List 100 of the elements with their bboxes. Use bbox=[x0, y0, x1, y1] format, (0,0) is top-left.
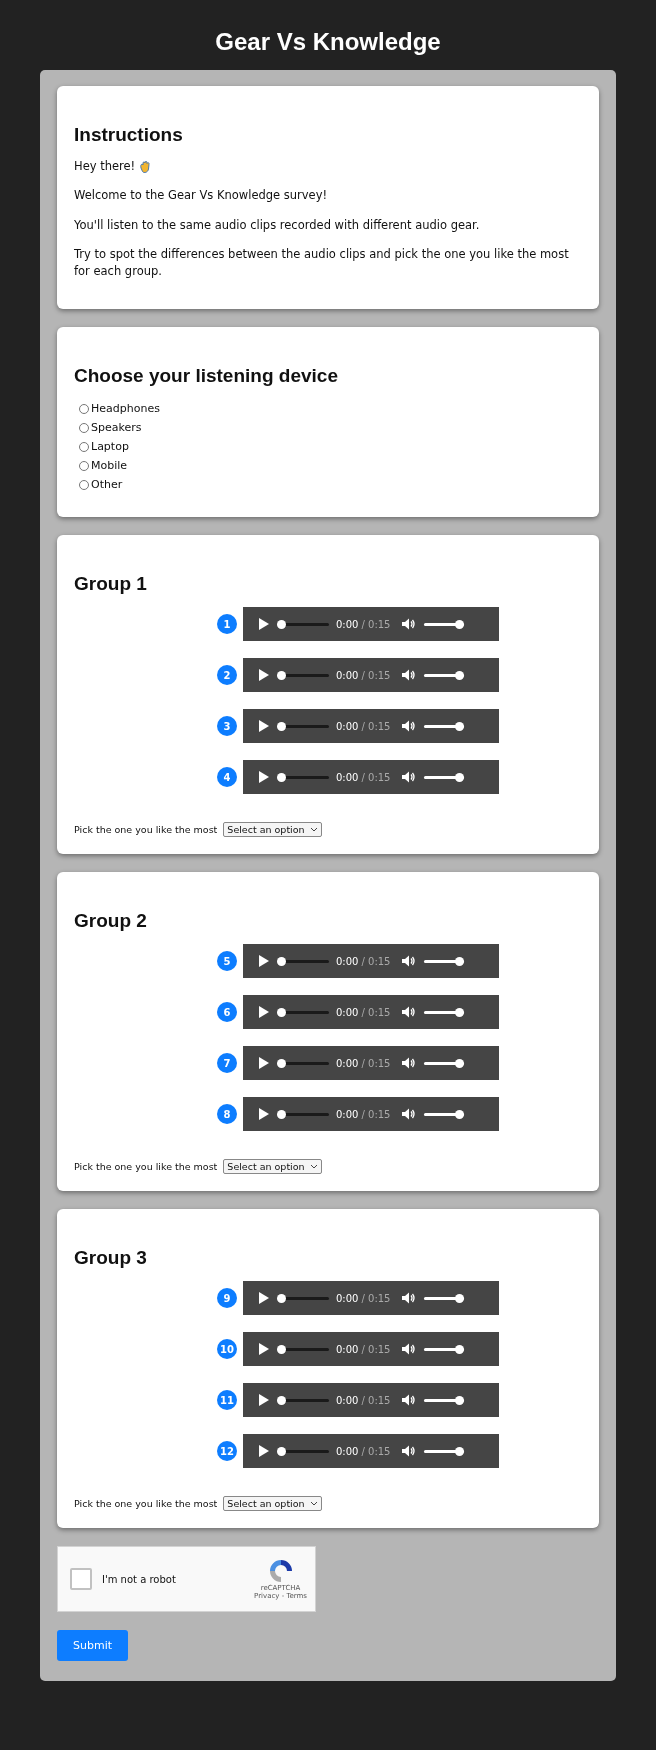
speaker-icon[interactable] bbox=[402, 669, 417, 682]
play-icon[interactable] bbox=[258, 1108, 269, 1121]
instruction-text: You'll listen to the same audio clips recorded with different audio gear. bbox=[74, 216, 481, 234]
seek-thumb[interactable] bbox=[277, 1446, 286, 1456]
clip-number: 8 bbox=[217, 1104, 237, 1125]
volume-thumb[interactable] bbox=[455, 956, 465, 966]
instruction-text: Welcome to the Gear Vs Knowledge survey! bbox=[74, 187, 329, 205]
volume-thumb[interactable] bbox=[455, 619, 465, 629]
duration-time: / 0:15 bbox=[361, 1006, 391, 1018]
clip-number: 1 bbox=[217, 614, 237, 635]
seek-thumb[interactable] bbox=[277, 1109, 286, 1119]
option-dropdown[interactable]: Select an option bbox=[223, 1159, 322, 1175]
play-icon[interactable] bbox=[258, 618, 269, 631]
duration-time: / 0:15 bbox=[361, 618, 391, 630]
volume-thumb[interactable] bbox=[455, 772, 465, 782]
current-time: 0:00 bbox=[336, 1006, 359, 1018]
option-dropdown[interactable]: Select an option bbox=[223, 822, 322, 838]
duration-time: / 0:15 bbox=[361, 955, 391, 967]
duration-time: / 0:15 bbox=[361, 1292, 391, 1304]
clip-number: 12 bbox=[217, 1441, 237, 1462]
seek-thumb[interactable] bbox=[277, 1007, 286, 1017]
current-time: 0:00 bbox=[336, 1057, 359, 1069]
chevron-icon bbox=[309, 827, 318, 833]
clip-number: 2 bbox=[217, 665, 237, 686]
play-icon[interactable] bbox=[258, 1292, 269, 1305]
current-time: 0:00 bbox=[336, 618, 359, 630]
option-dropdown[interactable]: Select an option bbox=[223, 1496, 322, 1512]
speaker-icon[interactable] bbox=[402, 1445, 417, 1458]
play-icon[interactable] bbox=[258, 1445, 269, 1458]
current-time: 0:00 bbox=[336, 669, 359, 681]
current-time: 0:00 bbox=[336, 771, 359, 783]
seek-thumb[interactable] bbox=[277, 670, 286, 680]
seek-thumb[interactable] bbox=[277, 956, 286, 966]
clip-number: 11 bbox=[217, 1390, 237, 1411]
speaker-icon[interactable] bbox=[402, 1394, 417, 1407]
radio-label[interactable]: Laptop bbox=[91, 440, 129, 454]
volume-thumb[interactable] bbox=[455, 1293, 465, 1303]
page-title: Gear Vs Knowledge bbox=[214, 28, 442, 56]
seek-thumb[interactable] bbox=[277, 721, 286, 731]
clip-number: 3 bbox=[217, 716, 237, 737]
speaker-icon[interactable] bbox=[402, 618, 417, 631]
speaker-icon[interactable] bbox=[402, 1292, 417, 1305]
volume-thumb[interactable] bbox=[455, 1344, 465, 1354]
clip-number: 10 bbox=[217, 1339, 237, 1360]
radio-label[interactable]: Headphones bbox=[91, 402, 160, 416]
duration-time: / 0:15 bbox=[361, 1445, 391, 1457]
recaptcha-logo-icon bbox=[267, 1558, 294, 1585]
volume-thumb[interactable] bbox=[455, 1109, 465, 1119]
duration-time: / 0:15 bbox=[361, 669, 391, 681]
card-heading: Group 3 bbox=[74, 1247, 148, 1270]
clip-number: 5 bbox=[217, 951, 237, 972]
play-icon[interactable] bbox=[258, 771, 269, 784]
duration-time: / 0:15 bbox=[361, 1343, 391, 1355]
play-icon[interactable] bbox=[258, 669, 269, 682]
greeting-text: Hey there! bbox=[74, 158, 136, 175]
speaker-icon[interactable] bbox=[402, 1108, 417, 1121]
speaker-icon[interactable] bbox=[402, 1343, 417, 1356]
current-time: 0:00 bbox=[336, 1445, 359, 1457]
volume-thumb[interactable] bbox=[455, 670, 465, 680]
seek-thumb[interactable] bbox=[277, 1058, 286, 1068]
seek-thumb[interactable] bbox=[277, 1293, 286, 1303]
play-icon[interactable] bbox=[258, 720, 269, 733]
volume-thumb[interactable] bbox=[455, 721, 465, 731]
current-time: 0:00 bbox=[336, 720, 359, 732]
speaker-icon[interactable] bbox=[402, 955, 417, 968]
play-icon[interactable] bbox=[258, 1343, 269, 1356]
speaker-icon[interactable] bbox=[402, 1006, 417, 1019]
seek-thumb[interactable] bbox=[277, 1395, 286, 1405]
current-time: 0:00 bbox=[336, 955, 359, 967]
radio-label[interactable]: Speakers bbox=[91, 421, 142, 435]
chevron-icon bbox=[309, 1501, 318, 1507]
duration-time: / 0:15 bbox=[361, 771, 391, 783]
volume-thumb[interactable] bbox=[455, 1058, 465, 1068]
volume-thumb[interactable] bbox=[455, 1395, 465, 1405]
pick-label: Pick the one you like the most bbox=[74, 1161, 218, 1173]
card-heading: Group 1 bbox=[74, 573, 148, 596]
play-icon[interactable] bbox=[258, 955, 269, 968]
duration-time: / 0:15 bbox=[361, 1394, 391, 1406]
pick-label: Pick the one you like the most bbox=[74, 1498, 218, 1510]
play-icon[interactable] bbox=[258, 1394, 269, 1407]
pick-label: Pick the one you like the most bbox=[74, 824, 218, 836]
play-icon[interactable] bbox=[258, 1057, 269, 1070]
card-heading: Instructions bbox=[74, 124, 184, 146]
seek-thumb[interactable] bbox=[277, 1344, 286, 1354]
speaker-icon[interactable] bbox=[402, 771, 417, 784]
captcha-checkbox[interactable] bbox=[70, 1568, 92, 1591]
volume-thumb[interactable] bbox=[455, 1446, 465, 1456]
volume-thumb[interactable] bbox=[455, 1007, 465, 1017]
play-icon[interactable] bbox=[258, 1006, 269, 1019]
clip-number: 9 bbox=[217, 1288, 237, 1309]
card-heading: Group 2 bbox=[74, 910, 148, 933]
submit-button[interactable]: Submit bbox=[57, 1630, 129, 1662]
speaker-icon[interactable] bbox=[402, 720, 417, 733]
radio-label[interactable]: Other bbox=[91, 478, 123, 492]
seek-thumb[interactable] bbox=[277, 772, 286, 782]
clip-number: 7 bbox=[217, 1053, 237, 1074]
radio-label[interactable]: Mobile bbox=[91, 459, 128, 473]
current-time: 0:00 bbox=[336, 1394, 359, 1406]
speaker-icon[interactable] bbox=[402, 1057, 417, 1070]
seek-thumb[interactable] bbox=[277, 619, 286, 629]
